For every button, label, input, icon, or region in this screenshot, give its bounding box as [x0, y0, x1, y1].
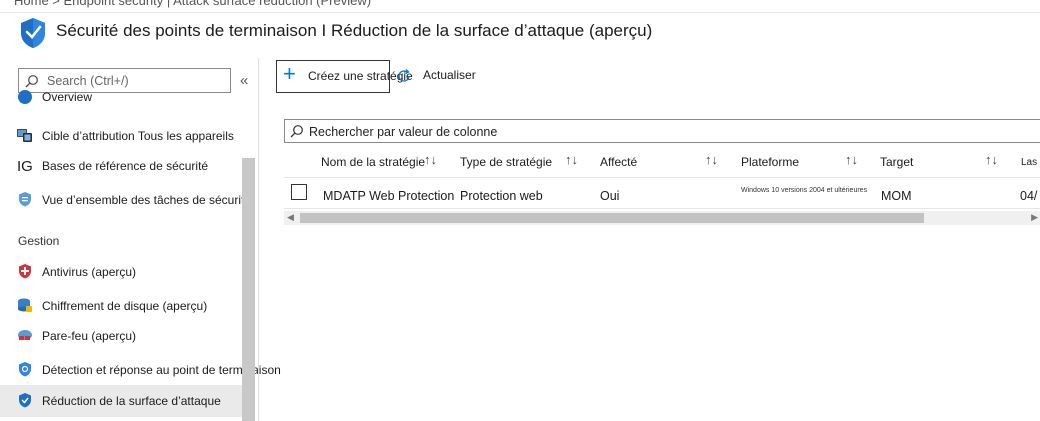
sidebar-item-firewall[interactable]: Pare-feu (aperçu)	[0, 320, 242, 352]
add-icon: +	[283, 61, 296, 86]
sidebar-item-label: Vue d’ensemble des tâches de sécurité	[42, 193, 252, 207]
cell-policy-name[interactable]: MDATP Web Protection	[323, 189, 454, 203]
cell-policy-type: Protection web	[460, 189, 543, 203]
shield-icon	[21, 18, 45, 48]
column-header-target[interactable]: Target	[880, 155, 913, 169]
sidebar-item-security-baselines[interactable]: IG Bases de référence de sécurité	[0, 150, 242, 182]
column-header-platform[interactable]: Plateforme	[741, 155, 799, 169]
cell-last-modified: 04/	[1020, 189, 1038, 203]
sidebar-item-label: Chiffrement de disque (aperçu)	[42, 299, 208, 313]
sidebar-item-attack-surface-reduction[interactable]: Réduction de la surface d’attaque	[0, 385, 242, 417]
cell-assigned: Oui	[600, 189, 620, 203]
sidebar-item-label: Pare-feu (aperçu)	[42, 329, 137, 343]
sidebar-item-security-tasks[interactable]: Vue d’ensemble des tâches de sécurité	[0, 184, 251, 216]
sidebar-item-disk-encryption[interactable]: Chiffrement de disque (aperçu)	[0, 290, 242, 322]
sidebar-search-placeholder: Search (Ctrl+/)	[47, 74, 129, 88]
sidebar-divider	[258, 58, 259, 421]
sidebar-item-assignment-target[interactable]: Cible d’attribution Tous les appareils	[0, 120, 242, 152]
column-header-last-modified[interactable]: Las	[1021, 157, 1037, 168]
sort-icon[interactable]: ↑↓	[845, 152, 858, 167]
cell-target: MOM	[881, 189, 912, 203]
section-label-manage: Gestion	[18, 234, 60, 248]
sidebar-item-label: Bases de référence de sécurité	[42, 159, 209, 173]
row-divider	[284, 208, 1040, 209]
sidebar-item-label: Réduction de la surface d’attaque	[42, 394, 221, 408]
column-header-policy-type[interactable]: Type de stratégie	[460, 155, 552, 169]
filter-placeholder: Rechercher par valeur de colonne	[309, 125, 498, 139]
sidebar-item-label: Overview	[42, 90, 93, 104]
column-filter-input[interactable]: Rechercher par valeur de colonne	[284, 119, 1040, 143]
table-horizontal-scrollbar[interactable]: ◀ ▶	[284, 211, 1040, 225]
column-header-assigned[interactable]: Affecté	[600, 155, 637, 169]
refresh-icon	[398, 69, 410, 82]
sidebar-item-label: Cible d’attribution Tous les appareils	[42, 129, 234, 143]
asr-shield-icon	[19, 393, 31, 408]
sidebar-item-label: Antivirus (aperçu)	[42, 265, 137, 279]
scroll-left-icon[interactable]: ◀	[287, 212, 294, 223]
page-title: Sécurité des points de terminaison I Réd…	[56, 21, 653, 40]
sort-icon[interactable]: ↑↓	[705, 152, 718, 167]
breadcrumb-divider	[0, 12, 1040, 13]
sidebar-item-antivirus[interactable]: Antivirus (aperçu)	[0, 256, 242, 288]
column-header-policy-name[interactable]: Nom de la stratégie	[321, 155, 425, 169]
create-policy-button[interactable]: + Créez une stratégie	[276, 60, 413, 93]
search-icon	[25, 75, 38, 88]
scrollbar-thumb[interactable]	[300, 213, 924, 223]
disk-encryption-icon	[18, 298, 32, 312]
header-divider	[284, 177, 1040, 178]
security-tasks-icon	[19, 192, 31, 207]
breadcrumb[interactable]: Home > Endpoint security | Attack surfac…	[14, 0, 371, 8]
overview-icon	[18, 90, 32, 104]
search-icon	[290, 125, 303, 138]
baseline-icon: IG	[17, 158, 33, 175]
antivirus-shield-icon	[19, 264, 31, 279]
row-checkbox[interactable]	[291, 184, 307, 200]
sort-icon[interactable]: ↑↓	[565, 152, 578, 167]
devices-icon	[17, 129, 32, 142]
sidebar-item-endpoint-detection[interactable]: Détection et réponse au point de termina…	[0, 354, 281, 386]
collapse-sidebar-button[interactable]: «	[240, 72, 248, 89]
sort-icon[interactable]: ↑↓	[985, 152, 998, 167]
firewall-icon	[18, 330, 32, 340]
scroll-right-icon[interactable]: ▶	[1031, 212, 1038, 223]
cell-platform: Windows 10 versions 2004 et ultérieures	[741, 187, 868, 194]
sidebar-scrollbar[interactable]	[242, 158, 255, 421]
sidebar-item-overview[interactable]: Overview	[0, 88, 242, 108]
edr-icon	[19, 362, 31, 377]
sort-icon[interactable]: ↑↓	[424, 152, 437, 167]
refresh-label: Actualiser	[423, 68, 476, 82]
